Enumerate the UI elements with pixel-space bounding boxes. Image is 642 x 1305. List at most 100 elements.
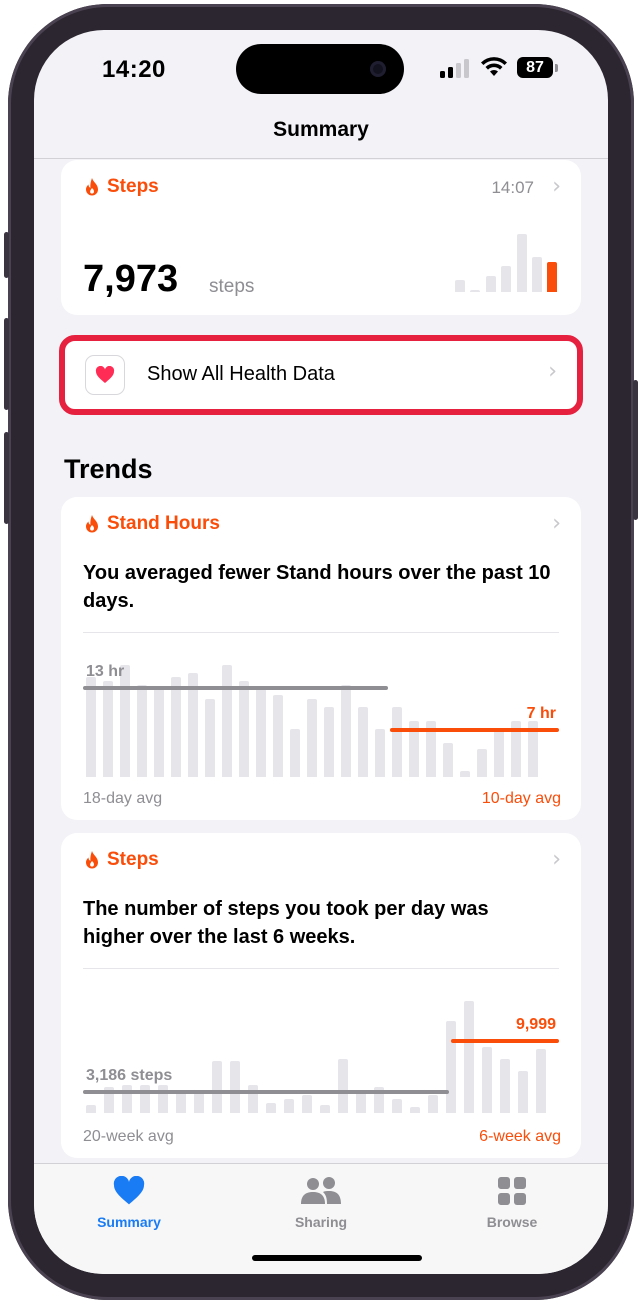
bar — [194, 1093, 204, 1113]
stand-new-avg-line — [390, 728, 559, 732]
signal-icon — [440, 58, 472, 78]
bar — [494, 729, 504, 777]
bar — [239, 681, 249, 777]
bar — [120, 665, 130, 777]
tab-sharing[interactable]: Sharing — [251, 1174, 391, 1230]
divider — [83, 968, 559, 969]
bar — [86, 1105, 96, 1113]
mini-bar — [532, 257, 542, 292]
mini-bar — [470, 290, 480, 292]
steps-new-avg-value: 9,999 — [515, 1016, 556, 1033]
bar — [284, 1099, 294, 1113]
bar — [477, 749, 487, 777]
bar — [338, 1059, 348, 1113]
stand-hours-trend-card[interactable]: Stand Hours › You averaged fewer Stand h… — [61, 497, 581, 820]
steps-trend-header: Steps — [83, 849, 159, 871]
steps-mini-chart — [455, 220, 565, 292]
bar — [266, 1103, 276, 1113]
bar — [460, 771, 470, 777]
bar — [290, 729, 300, 777]
stand-new-avg-value: 7 hr — [526, 705, 556, 722]
chevron-right-icon: › — [552, 174, 561, 199]
chevron-right-icon: › — [552, 847, 561, 872]
mini-bar — [547, 262, 557, 292]
steps-old-avg-value: 3,186 steps — [86, 1067, 173, 1084]
bar — [273, 695, 283, 777]
bar — [256, 689, 266, 777]
steps-trend-card[interactable]: Steps › The number of steps you took per… — [61, 833, 581, 1158]
stand-card-title: Stand Hours — [107, 513, 220, 534]
steps-new-avg-line — [451, 1039, 559, 1043]
bar — [222, 665, 232, 777]
bar — [536, 1049, 546, 1113]
bar — [86, 677, 96, 777]
battery-icon: 87 — [517, 57, 553, 78]
heart-icon — [95, 366, 115, 383]
health-app-icon — [85, 355, 125, 395]
bar — [392, 707, 402, 777]
bar — [320, 1105, 330, 1113]
bar — [307, 699, 317, 777]
bar — [482, 1047, 492, 1113]
volume-down-button — [4, 432, 9, 524]
bar — [392, 1099, 402, 1113]
show-all-label: Show All Health Data — [147, 363, 335, 385]
flame-icon — [86, 515, 98, 533]
bar — [464, 1001, 474, 1113]
home-indicator[interactable] — [252, 1255, 422, 1261]
steps-value: 7,973 — [83, 258, 179, 300]
stand-card-header: Stand Hours — [83, 513, 220, 535]
bar — [500, 1059, 510, 1113]
steps-card-header: Steps — [83, 176, 159, 198]
mini-bar — [501, 266, 511, 292]
mini-bar — [455, 280, 465, 292]
bar — [375, 729, 385, 777]
steps-card-title: Steps — [107, 176, 159, 197]
bar — [230, 1061, 240, 1113]
camera-icon — [370, 61, 386, 77]
steps-left-label: 20-week avg — [83, 1128, 174, 1145]
steps-right-label: 6-week avg — [479, 1128, 561, 1145]
steps-card[interactable]: Steps 14:07 › 7,973 steps — [61, 160, 581, 315]
tab-summary[interactable]: Summary — [59, 1174, 199, 1230]
divider — [83, 632, 559, 633]
tab-browse[interactable]: Browse — [442, 1174, 582, 1230]
bar — [341, 685, 351, 777]
battery-tip — [555, 64, 558, 72]
flame-icon — [86, 851, 98, 869]
flame-icon — [86, 178, 98, 196]
power-button — [633, 380, 638, 520]
stand-left-label: 18-day avg — [83, 790, 163, 807]
bar — [518, 1071, 528, 1113]
chevron-right-icon: › — [548, 359, 557, 384]
page-title: Summary — [273, 118, 369, 141]
steps-old-avg-line — [83, 1090, 449, 1094]
stand-old-avg-line — [83, 686, 388, 690]
show-all-health-data-button[interactable]: Show All Health Data › — [59, 335, 583, 415]
screen: 14:20 87 Summary Steps 14:07 › 7,973 ste… — [34, 30, 608, 1274]
bar — [302, 1095, 312, 1113]
people-icon — [301, 1177, 341, 1204]
tab-summary-label: Summary — [97, 1214, 161, 1230]
mini-bar — [486, 276, 496, 292]
stand-old-avg-value: 13 hr — [86, 663, 125, 680]
steps-unit: steps — [209, 276, 255, 297]
tab-browse-label: Browse — [486, 1214, 538, 1230]
wifi-icon — [481, 57, 507, 76]
stand-bar-chart — [83, 657, 559, 777]
bar — [212, 1061, 222, 1113]
heart-icon — [113, 1176, 145, 1205]
trends-heading: Trends — [64, 454, 153, 484]
bar — [205, 699, 215, 777]
grid-icon — [498, 1177, 526, 1205]
stand-description: You averaged fewer Stand hours over the … — [83, 562, 551, 612]
mini-bar — [517, 234, 527, 292]
bar — [358, 707, 368, 777]
bar — [171, 677, 181, 777]
bar — [176, 1091, 186, 1113]
stand-right-label: 10-day avg — [481, 790, 561, 807]
action-button — [4, 232, 9, 278]
tab-sharing-label: Sharing — [294, 1214, 348, 1230]
bar — [410, 1107, 420, 1113]
status-bar: 14:20 87 — [34, 30, 608, 120]
